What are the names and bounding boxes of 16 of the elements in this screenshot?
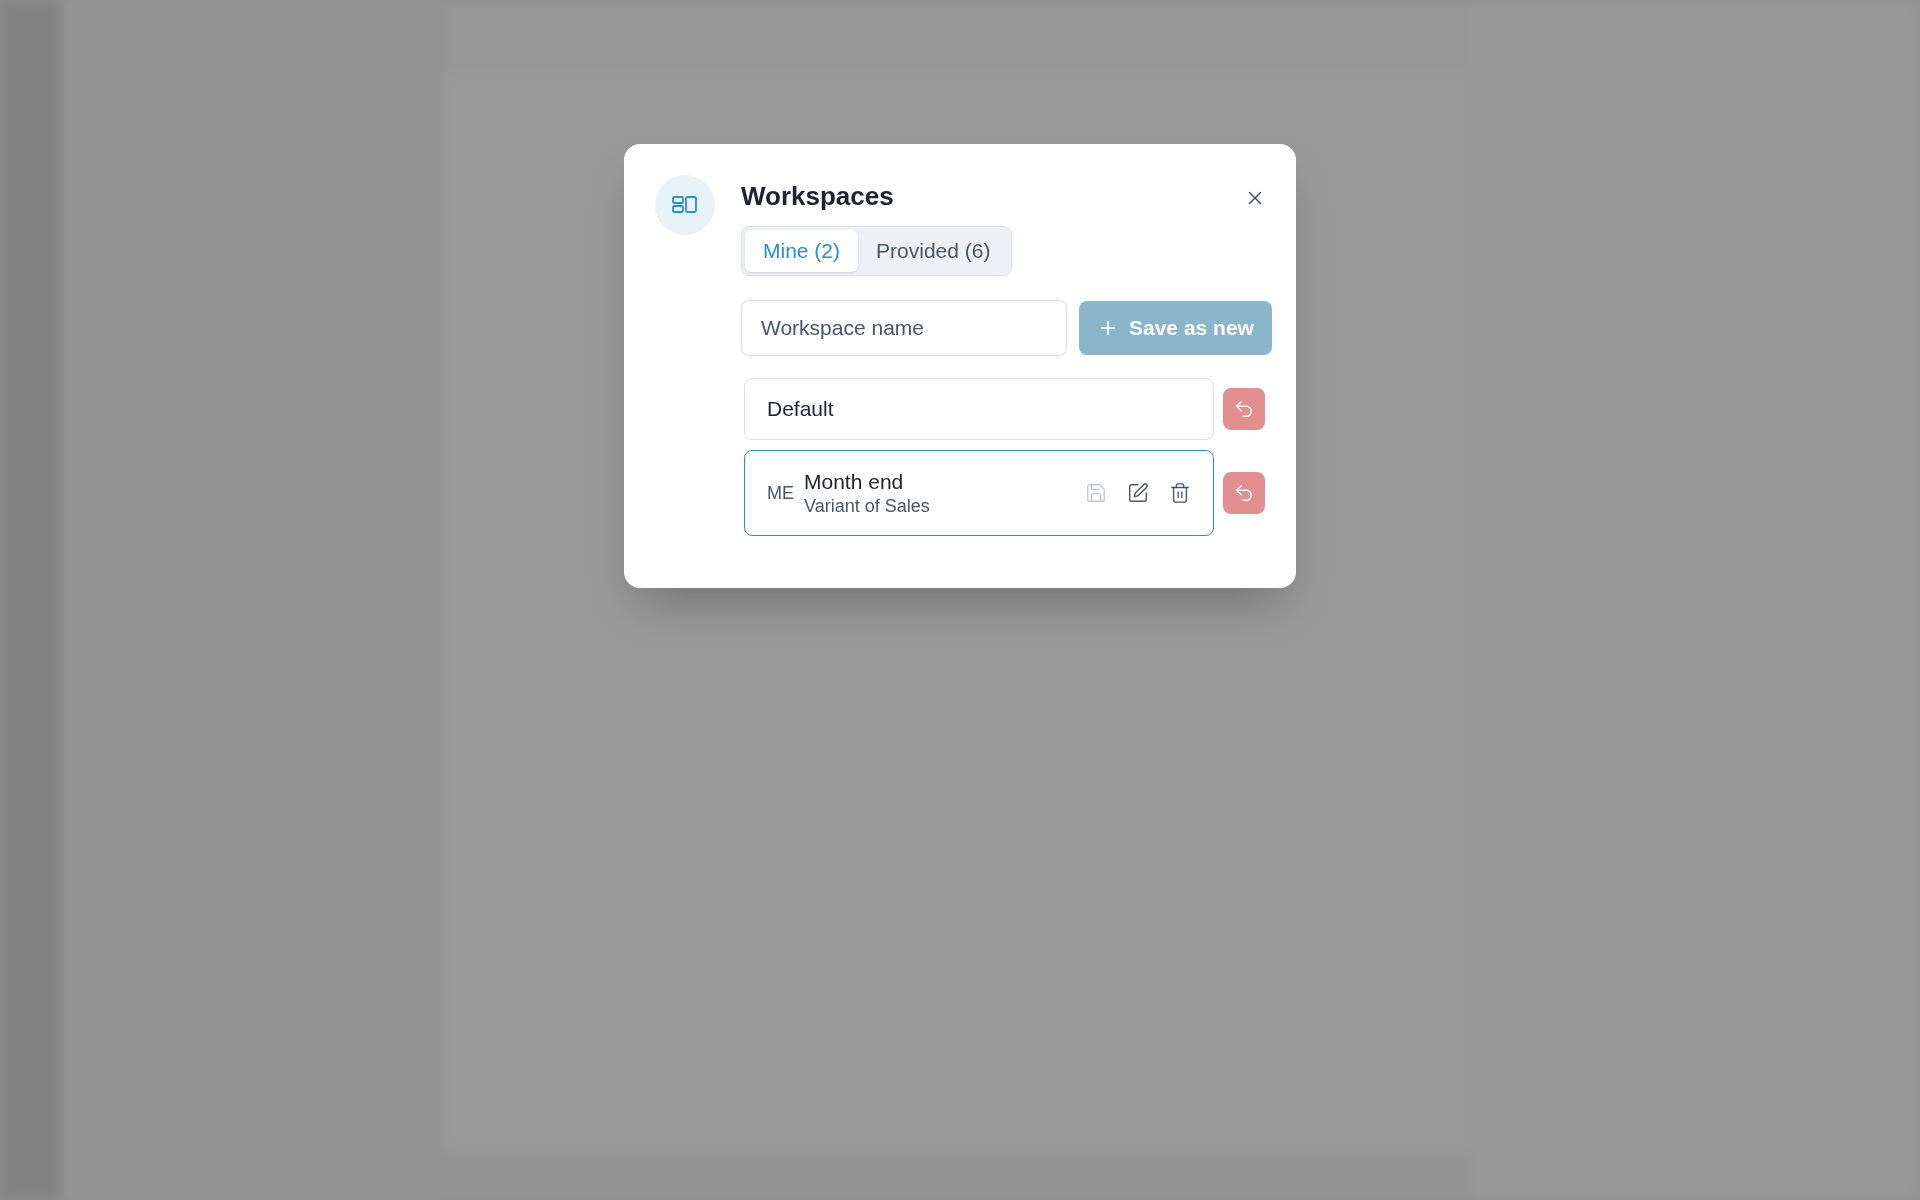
dialog-title: Workspaces [741,180,894,213]
workspace-name: Default [767,396,834,423]
tab[interactable]: Mine (2) [745,230,859,272]
undo-arrow-icon [1233,398,1255,420]
workspace-row[interactable]: Default [744,378,1214,440]
delete-button[interactable] [1169,482,1191,504]
workspace-name: Month end [804,468,905,495]
edit-button[interactable] [1127,482,1149,504]
workspace-name-field[interactable]: Workspace name [741,300,1067,356]
workspace-subtitle: Variant of Sales [804,494,931,518]
trash-icon [1169,482,1191,504]
workspace-initials: ME [767,481,794,505]
layout-icon [672,195,698,215]
undo-arrow-icon [1233,482,1255,504]
pencil-icon [1127,482,1149,504]
tab[interactable]: Provided (6) [858,230,1009,272]
